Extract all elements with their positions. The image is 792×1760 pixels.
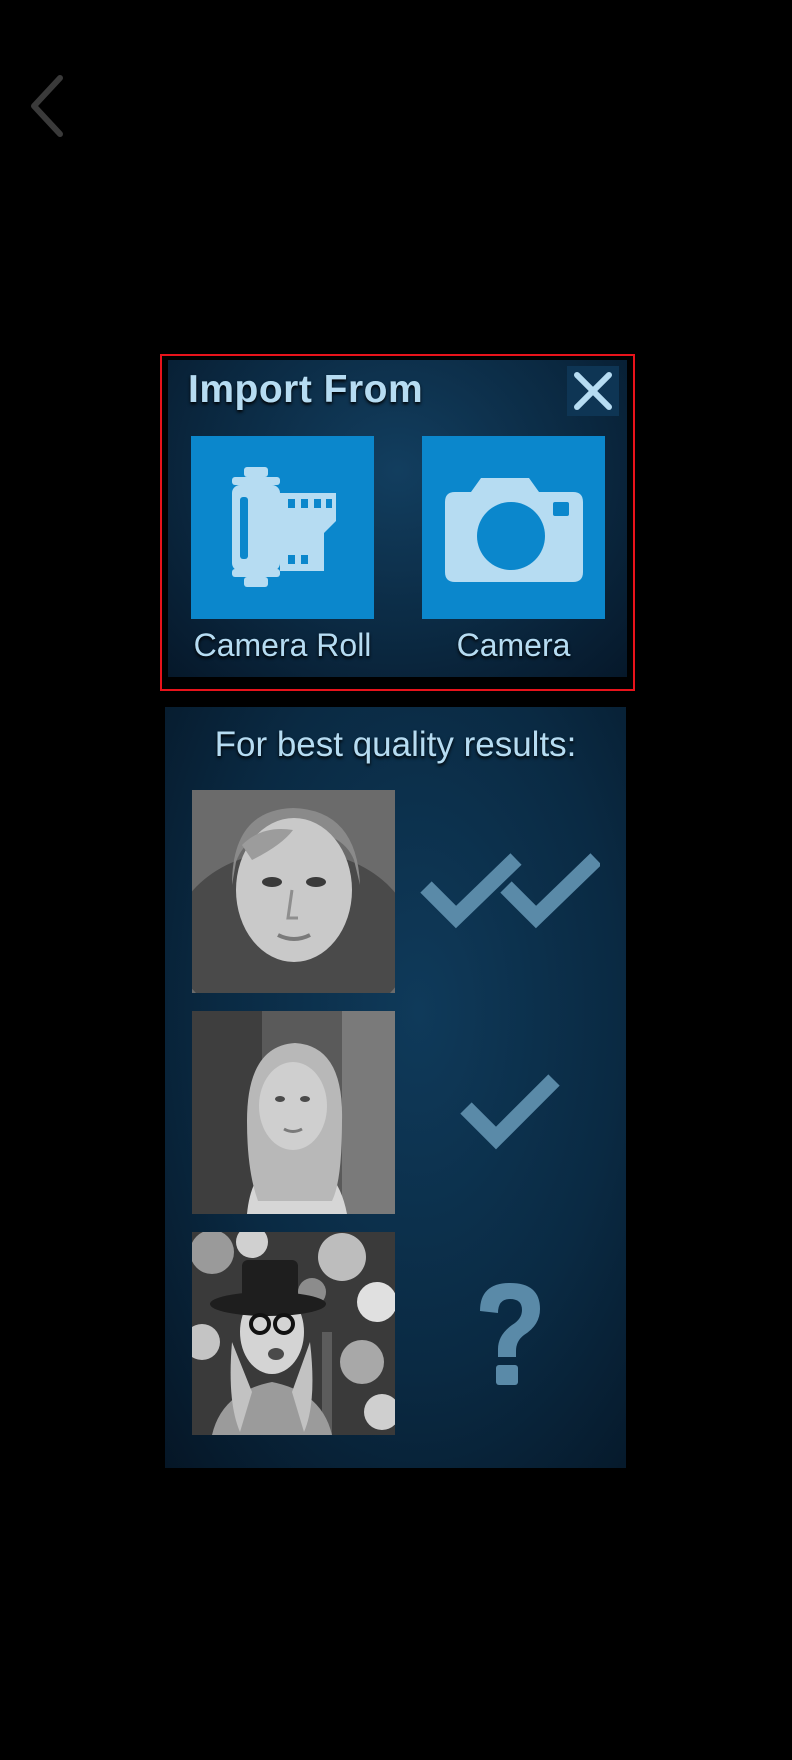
camera-tile — [422, 436, 605, 619]
tip-photo-busy — [192, 1232, 395, 1435]
close-icon — [574, 372, 612, 410]
tips-panel: For best quality results: — [165, 707, 626, 1468]
chevron-left-icon — [31, 75, 63, 137]
camera-roll-label: Camera Roll — [193, 627, 372, 663]
import-panel: Import From Camera Roll Camera — [168, 360, 627, 677]
tip-photo-closeup — [192, 790, 395, 993]
camera-roll-tile — [191, 436, 374, 619]
import-dialog: Import From Camera Roll Camera — [160, 354, 635, 691]
camera-roll-button[interactable]: Camera Roll — [191, 436, 374, 693]
tip-photo-mid — [192, 1011, 395, 1214]
close-button[interactable] — [567, 366, 619, 416]
question-icon — [480, 1282, 540, 1385]
camera-label: Camera — [456, 627, 571, 663]
double-check-icon — [420, 852, 600, 928]
camera-icon — [444, 477, 583, 582]
import-title: Import From — [188, 368, 424, 411]
film-roll-icon — [231, 466, 336, 587]
back-button[interactable] — [24, 72, 68, 140]
tip-rating-1 — [405, 790, 615, 993]
camera-button[interactable]: Camera — [422, 436, 605, 693]
check-icon — [460, 1073, 560, 1149]
tip-rating-2 — [405, 1011, 615, 1214]
tips-heading: For best quality results: — [214, 725, 577, 764]
tip-rating-3 — [405, 1232, 615, 1435]
